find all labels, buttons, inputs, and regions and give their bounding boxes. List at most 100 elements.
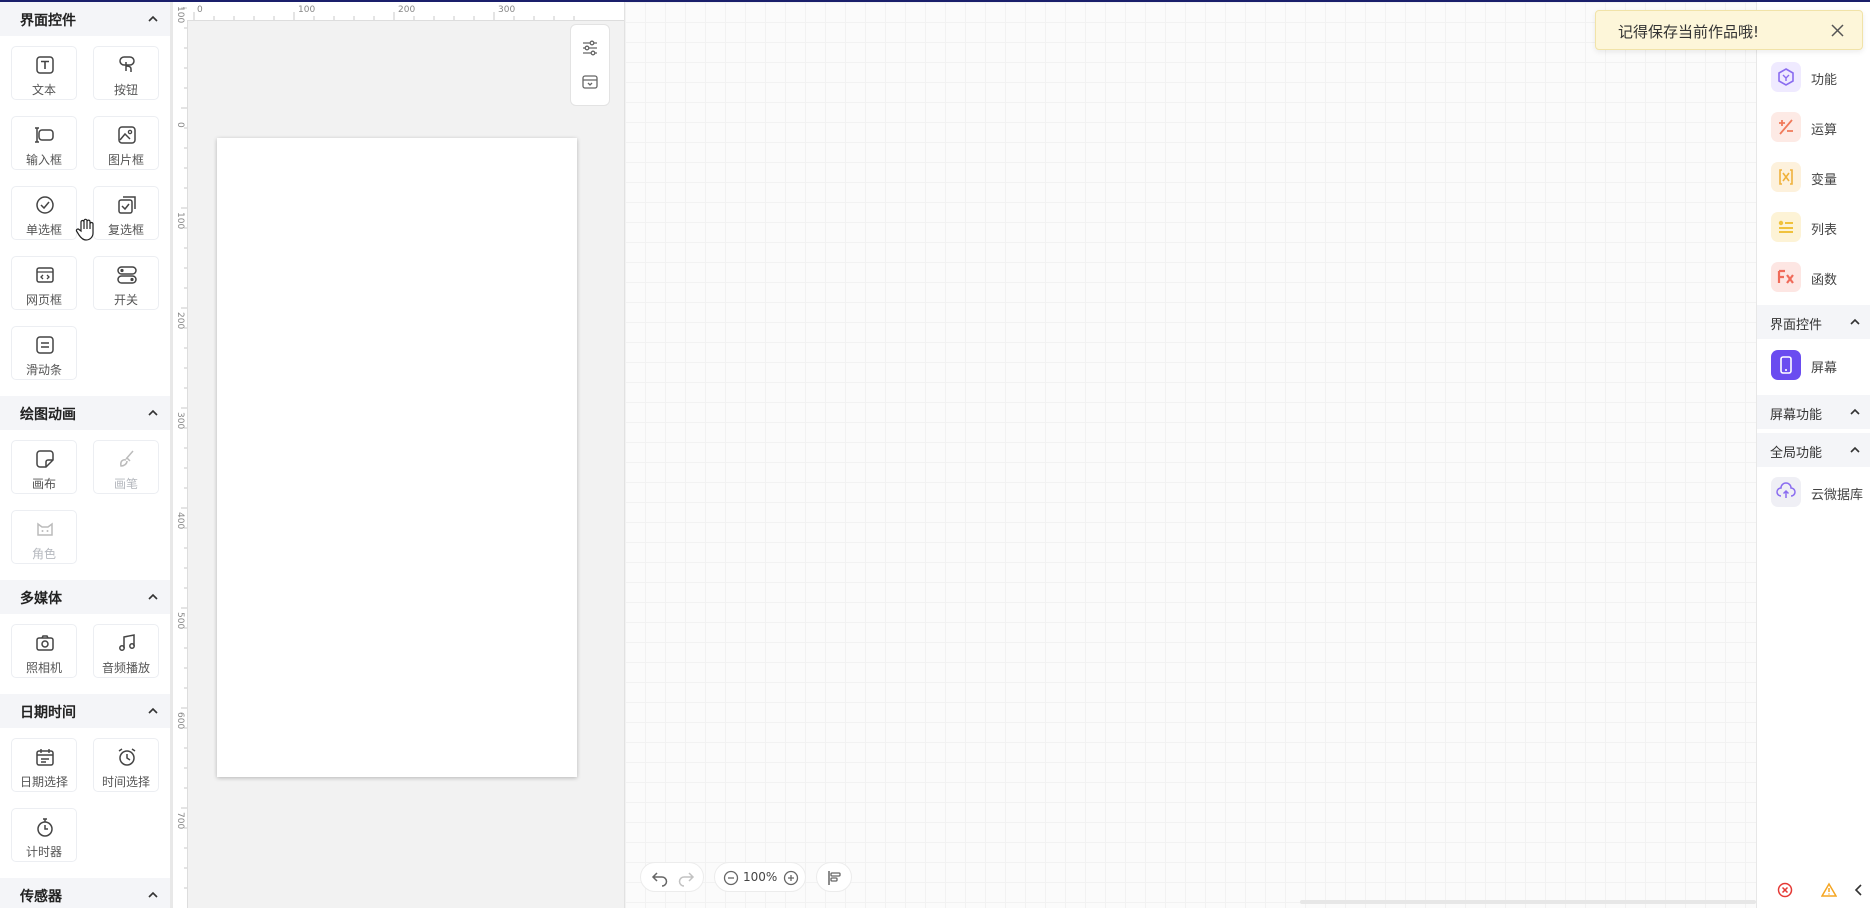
chevron-up-icon[interactable] — [148, 14, 158, 24]
category-icon-bg — [1771, 262, 1801, 292]
zoom-out-icon[interactable] — [723, 870, 739, 886]
category-function[interactable]: 功能 — [1771, 62, 1870, 92]
category-list[interactable]: 列表 — [1771, 212, 1870, 242]
warning-icon[interactable] — [1821, 882, 1837, 898]
chevron-up-icon[interactable] — [148, 408, 158, 418]
close-icon[interactable] — [1831, 24, 1844, 37]
palette-item-slider[interactable]: 滑动条 — [11, 326, 77, 380]
chevron-up-icon[interactable] — [1850, 317, 1860, 327]
palette-item-label: 网页框 — [25, 293, 62, 307]
palette-item-date-picker[interactable]: 日期选择 — [11, 738, 77, 792]
right-section-header-ui-controls[interactable]: 界面控件 — [1757, 305, 1870, 339]
palette-item-label: 画布 — [31, 477, 56, 491]
category-icon-bg — [1771, 350, 1801, 380]
palette-item-input[interactable]: 输入框 — [11, 116, 77, 170]
section-title: 屏幕功能 — [1770, 408, 1823, 423]
palette-item-label: 文本 — [31, 83, 56, 97]
section-title: 绘图动画 — [20, 407, 76, 423]
palette-item-time-picker[interactable]: 时间选择 — [93, 738, 159, 792]
category-icon-bg — [1771, 112, 1801, 142]
undo-icon[interactable] — [651, 869, 669, 887]
vertical-ruler: 100 0 100 200 300 400 500 600 700 — [173, 2, 188, 908]
palette-item-label: 滑动条 — [25, 363, 62, 377]
canvas-icon — [36, 450, 54, 468]
section-header-sensors[interactable]: 传感器 — [0, 878, 170, 908]
workspace-horizontal-scrollbar[interactable] — [1300, 900, 1756, 904]
phone-screen-icon — [1780, 356, 1792, 374]
category-cloud-database[interactable]: 云微据库 — [1771, 477, 1870, 507]
palette-item-text[interactable]: 文本 — [11, 46, 77, 100]
palette-item-image[interactable]: 图片框 — [93, 116, 159, 170]
error-icon[interactable] — [1777, 882, 1793, 898]
palette-item-timer[interactable]: 计时器 — [11, 808, 77, 862]
palette-item-label: 音频播放 — [101, 661, 150, 675]
input-field-icon — [35, 127, 54, 143]
category-label: 列表 — [1811, 223, 1838, 238]
vertical-ruler-ticks — [181, 7, 187, 889]
category-fx-function[interactable]: 函数 — [1771, 262, 1870, 292]
chevron-left-icon[interactable] — [1851, 882, 1867, 898]
screen-preview-icon[interactable] — [581, 73, 599, 91]
chevron-up-icon[interactable] — [1850, 407, 1860, 417]
right-section-header-global-functions[interactable]: 全局功能 — [1757, 433, 1870, 467]
section-header-datetime[interactable]: 日期时间 — [0, 694, 170, 728]
chevron-up-icon[interactable] — [1850, 445, 1860, 455]
brush-icon — [120, 450, 134, 467]
redo-icon[interactable] — [677, 869, 695, 887]
category-variable[interactable]: 变量 — [1771, 162, 1870, 192]
ruler-label: 500 — [175, 612, 185, 630]
palette-item-label: 画笔 — [113, 477, 138, 491]
palette-item-label: 时间选择 — [101, 775, 150, 789]
category-label: 运算 — [1811, 123, 1838, 138]
section-title: 传感器 — [20, 889, 62, 905]
palette-item-canvas[interactable]: 画布 — [11, 440, 77, 494]
chevron-up-icon[interactable] — [148, 592, 158, 602]
block-workspace[interactable] — [625, 2, 1756, 908]
category-icon-bg — [1771, 162, 1801, 192]
ruler-label: 300 — [498, 5, 516, 15]
category-label: 函数 — [1811, 273, 1838, 288]
save-reminder-toast: 记得保存当前作品哦! — [1595, 10, 1863, 50]
align-blocks-button[interactable] — [816, 862, 852, 892]
category-icon-bg — [1771, 477, 1801, 507]
ruler-label: 100 — [175, 212, 185, 230]
hexagon-function-icon — [1778, 68, 1794, 86]
stopwatch-icon — [37, 818, 53, 837]
radio-check-icon — [36, 196, 54, 214]
palette-item-webview[interactable]: 网页框 — [11, 256, 77, 310]
palette-item-sprite[interactable]: 角色 — [11, 510, 77, 564]
zoom-in-icon[interactable] — [783, 870, 799, 886]
section-header-drawing[interactable]: 绘图动画 — [0, 396, 170, 430]
stage-toolbox — [570, 24, 610, 106]
fx-icon — [1777, 269, 1794, 284]
chevron-up-icon[interactable] — [148, 890, 158, 900]
ruler-label: 600 — [175, 712, 185, 730]
palette-item-checkbox[interactable]: 复选框 — [93, 186, 159, 240]
palette-item-audio[interactable]: 音频播放 — [93, 624, 159, 678]
palette-item-radio[interactable]: 单选框 — [11, 186, 77, 240]
section-header-media[interactable]: 多媒体 — [0, 580, 170, 614]
category-label: 功能 — [1811, 73, 1838, 88]
sliders-settings-icon[interactable] — [581, 39, 599, 57]
palette-item-brush[interactable]: 画笔 — [93, 440, 159, 494]
category-calculation[interactable]: 运算 — [1771, 112, 1870, 142]
category-label: 屏幕 — [1811, 361, 1838, 376]
ruler-label: 400 — [175, 512, 185, 530]
section-header-ui-controls[interactable]: 界面控件 — [0, 2, 170, 36]
right-section-header-screen-functions[interactable]: 屏幕功能 — [1757, 395, 1870, 429]
category-screen[interactable]: 屏幕 — [1771, 350, 1870, 380]
section-title: 多媒体 — [20, 591, 62, 607]
text-icon — [36, 56, 54, 74]
chevron-up-icon[interactable] — [148, 706, 158, 716]
palette-item-camera[interactable]: 照相机 — [11, 624, 77, 678]
hand-cursor-icon — [75, 218, 94, 241]
palette-item-button[interactable]: 按钮 — [93, 46, 159, 100]
alarm-clock-icon — [118, 748, 136, 766]
section-title: 日期时间 — [20, 705, 76, 721]
music-note-icon — [119, 634, 135, 651]
stage-area: 100 0 100 200 300 400 500 600 700 0 100 … — [173, 2, 624, 908]
palette-item-label: 开关 — [113, 293, 138, 307]
phone-screen-canvas[interactable] — [217, 138, 577, 777]
palette-item-switch[interactable]: 开关 — [93, 256, 159, 310]
palette-item-label: 输入框 — [25, 153, 62, 167]
